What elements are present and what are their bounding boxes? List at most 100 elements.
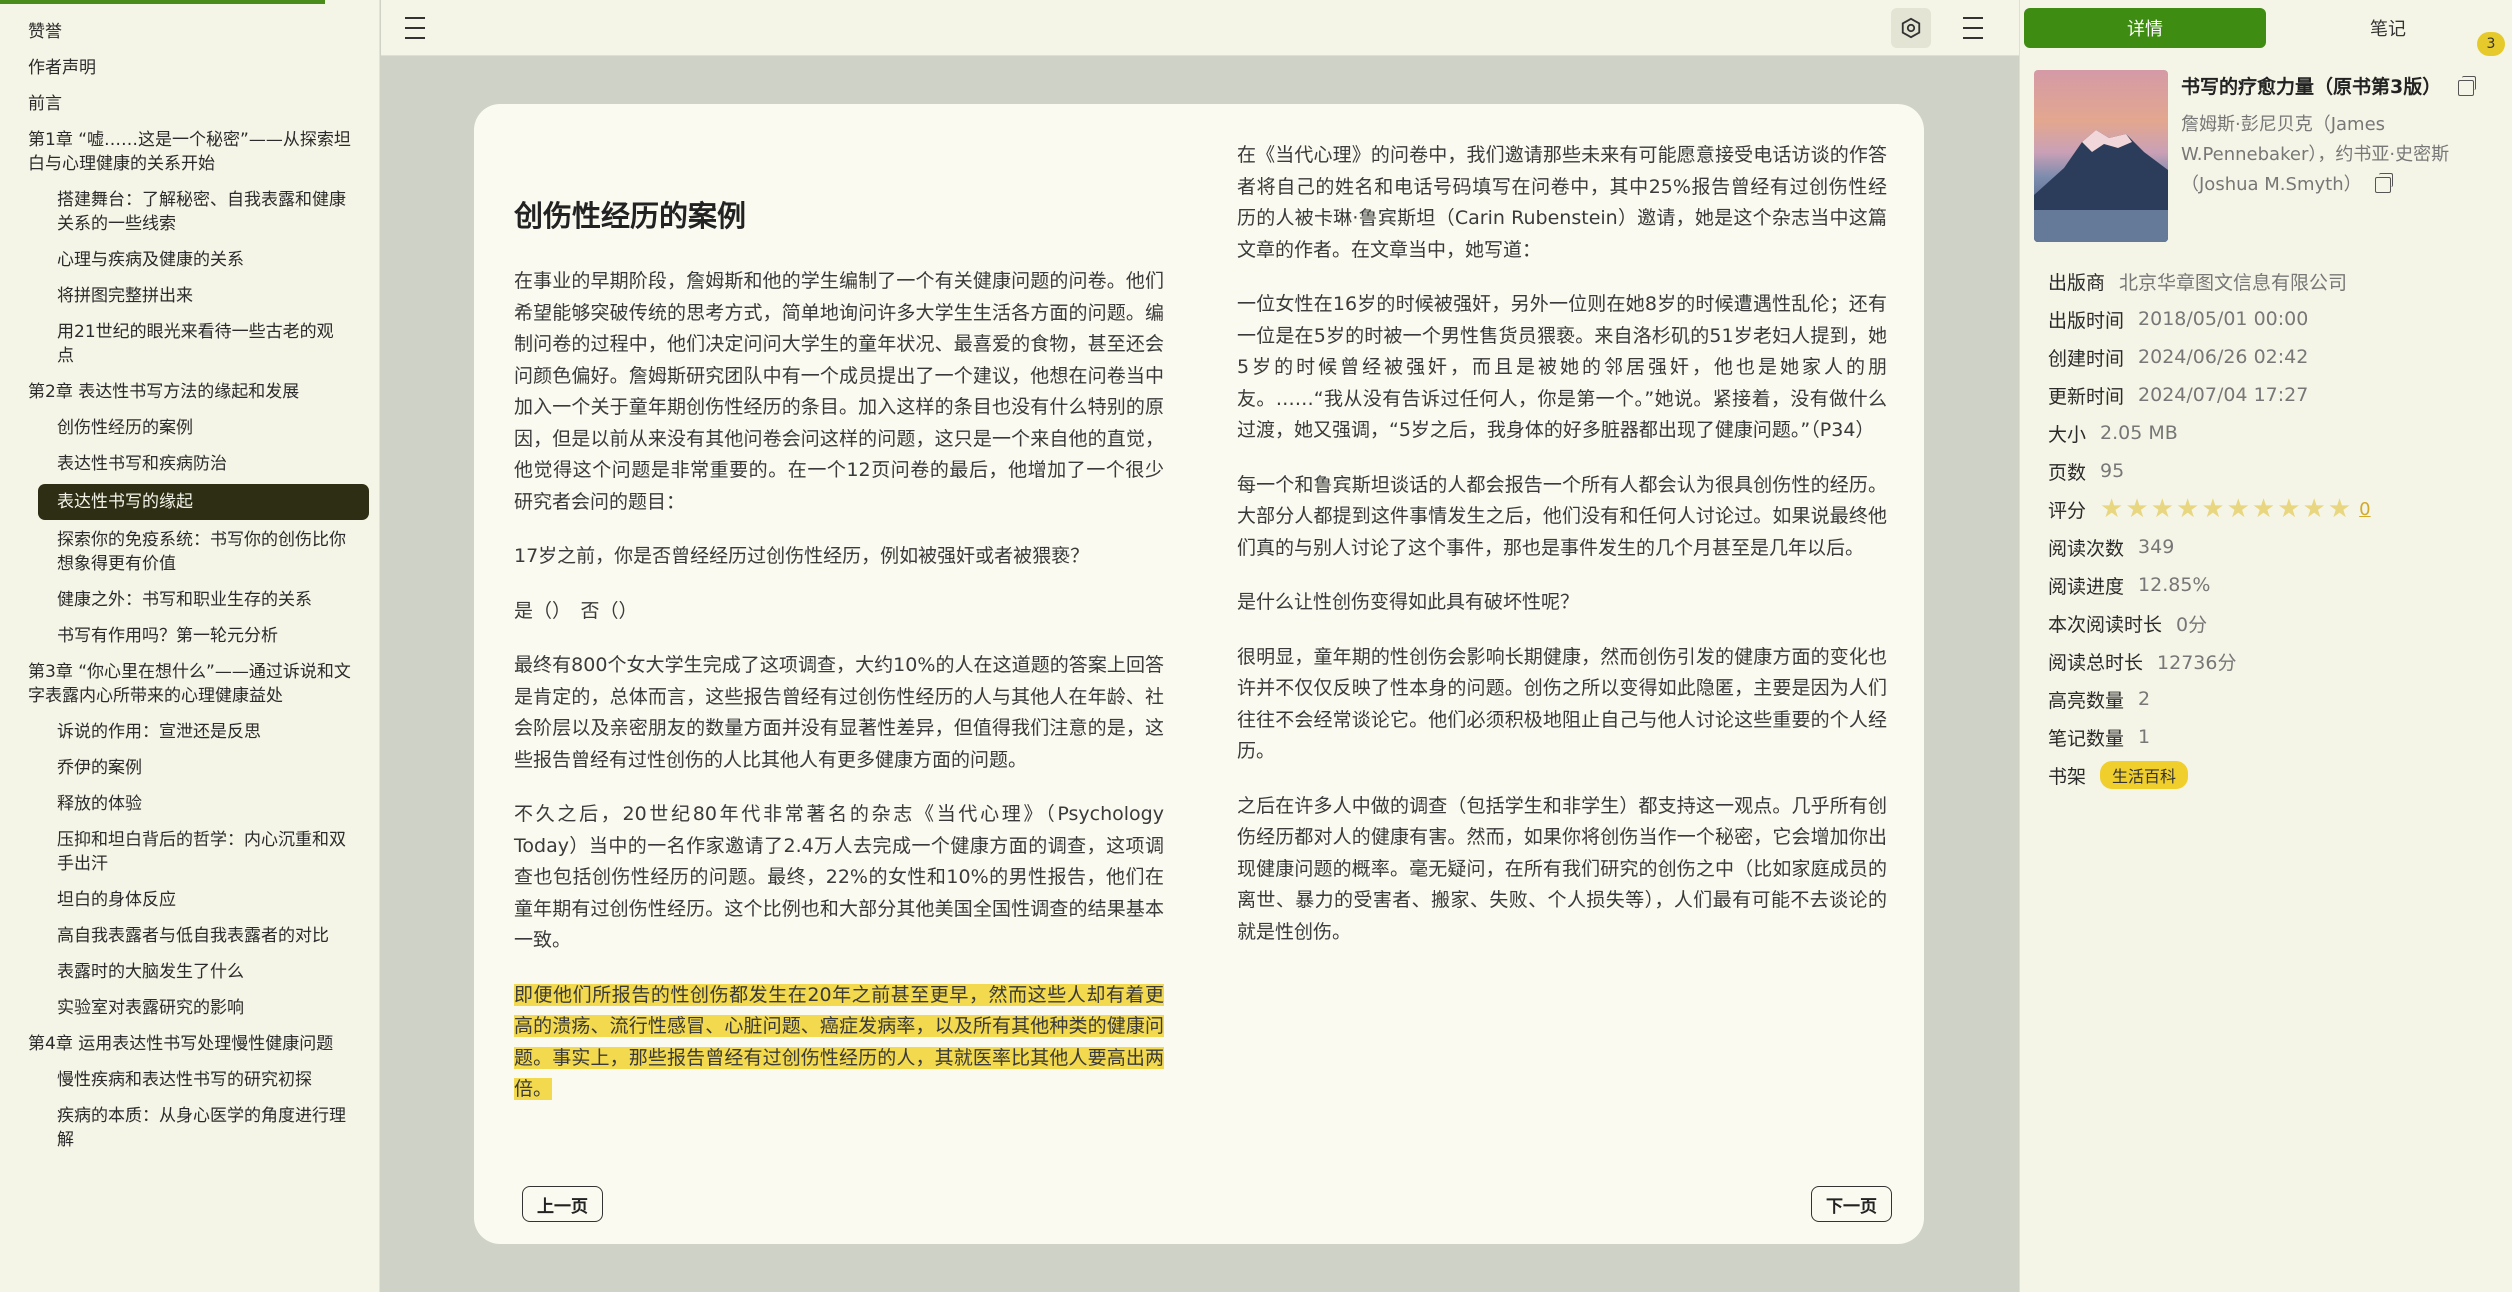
meta-row: 更新时间 2024/07/04 17:27 [2048,376,2498,414]
toggle-detail-button[interactable] [1953,8,1993,48]
meta-row: 笔记数量 1 [2048,718,2498,756]
meta-key: 出版时间 [2048,309,2125,332]
meta-row: 大小 2.05 MB [2048,414,2498,452]
toc-item[interactable]: 第4章 运用表达性书写处理慢性健康问题 [0,1026,379,1062]
body-paragraph[interactable]: 是什么让性创伤变得如此具有破坏性呢？ [1237,587,1887,619]
toc-item[interactable]: 健康之外：书写和职业生存的关系 [0,582,379,618]
toc-item[interactable]: 将拼图完整拼出来 [0,278,379,314]
toc-item[interactable]: 作者声明 [0,50,379,86]
reader-header [381,0,2019,56]
body-paragraph[interactable]: 不久之后，20世纪80年代非常著名的杂志《当代心理》（Psychology To… [514,799,1164,957]
book-author: 詹姆斯·彭尼贝克（James W.Pennebaker），约书亚·史密斯（Jos… [2181,114,2450,195]
star-icon[interactable]: ★ [2277,496,2300,522]
toc-item[interactable]: 压抑和坦白背后的哲学：内心沉重和双手出汗 [0,822,379,882]
meta-row: 出版商 北京华章图文信息有限公司 [2048,262,2498,300]
toc-item[interactable]: 用21世纪的眼光来看待一些古老的观点 [0,314,379,374]
toc-item[interactable]: 赞誉 [0,14,379,50]
toc-item[interactable]: 疾病的本质：从身心医学的角度进行理解 [0,1098,379,1158]
toc-item[interactable]: 乔伊的案例 [0,750,379,786]
body-paragraph[interactable]: 最终有800个女大学生完成了这项调查，大约10%的人在这道题的答案上回答是肯定的… [514,650,1164,776]
toggle-toc-button[interactable] [395,8,435,48]
toc-item[interactable]: 第3章 “你心里在想什么”——通过诉说和文字表露内心所带来的心理健康益处 [0,654,379,714]
meta-row: 阅读总时长 12736分 [2048,642,2498,680]
cover-mountain-image [2034,130,2168,242]
toc-item[interactable]: 表达性书写和疾病防治 [0,446,379,482]
meta-value: 北京华章图文信息有限公司 [2119,271,2348,294]
body-paragraph[interactable]: 之后在许多人中做的调查（包括学生和非学生）都支持这一观点。几乎所有创伤经历都对人… [1237,791,1887,949]
book-cover [2034,70,2168,242]
chapter-title: 创伤性经历的案例 [514,199,747,233]
hexagon-settings-icon [1901,17,1921,39]
tab-details[interactable]: 详情 [2024,8,2266,48]
star-icon[interactable]: ★ [2227,496,2250,522]
meta-row: 高亮数量 2 [2048,680,2498,718]
toc-item[interactable]: 坦白的身体反应 [0,882,379,918]
rating-row: 评分 ★ ★ ★ ★ ★ ★ ★ ★ ★ ★ 0 [2048,490,2498,528]
copy-icon[interactable] [2457,75,2476,96]
meta-value: 12736分 [2157,651,2237,674]
toc-item[interactable]: 搭建舞台：了解秘密、自我表露和健康关系的一些线索 [0,182,379,242]
star-icon[interactable]: ★ [2252,496,2275,522]
toc-item[interactable]: 探索你的免疫系统：书写你的创伤比你想象得更有价值 [0,522,379,582]
meta-value: 2018/05/01 00:00 [2138,308,2309,330]
body-paragraph[interactable]: 在《当代心理》的问卷中，我们邀请那些未来有可能愿意接受电话访谈的作答者将自己的姓… [1237,140,1887,266]
body-paragraph[interactable]: 每一个和鲁宾斯坦谈话的人都会报告一个所有人都会认为很具创伤性的经历。大部分人都提… [1237,470,1887,565]
toc-item[interactable]: 前言 [0,86,379,122]
star-icon[interactable]: ★ [2151,496,2174,522]
meta-row: 创建时间 2024/06/26 02:42 [2048,338,2498,376]
body-paragraph[interactable]: 是（） 否（） [514,596,1164,628]
reader-settings-button[interactable] [1891,8,1931,48]
body-paragraph[interactable]: 很明显，童年期的性创伤会影响长期健康，然而创伤引发的健康方面的变化也许并不仅仅反… [1237,642,1887,768]
tab-notes[interactable]: 笔记 [2267,8,2509,48]
shelf-label: 书架 [2048,765,2087,788]
next-page-button[interactable]: 下一页 [1811,1186,1892,1222]
hamburger-icon [1963,17,1983,19]
star-icon[interactable]: ★ [2201,496,2224,522]
meta-row: 本次阅读时长 0分 [2048,604,2498,642]
toc-item[interactable]: 创伤性经历的案例 [0,410,379,446]
meta-row: 出版时间 2018/05/01 00:00 [2048,300,2498,338]
meta-key: 高亮数量 [2048,689,2125,712]
meta-key: 阅读次数 [2048,537,2125,560]
star-icon[interactable]: ★ [2176,496,2199,522]
meta-value: 1 [2138,726,2151,748]
left-column: 创伤性经历的案例 在事业的早期阶段，詹姆斯和他的学生编制了一个有关健康问题的问卷… [514,140,1164,1129]
toc-item[interactable]: 第1章 “嘘……这是一个秘密”——从探索坦白与心理健康的关系开始 [0,122,379,182]
detail-tabs: 详情 笔记 3 [2024,8,2509,56]
toc-item-active[interactable]: 表达性书写的缘起 [38,484,369,520]
toc-item[interactable]: 释放的体验 [0,786,379,822]
shelf-row: 书架 生活百科 [2048,756,2498,794]
toc-item[interactable]: 慢性疾病和表达性书写的研究初探 [0,1062,379,1098]
body-paragraph[interactable]: 在事业的早期阶段，詹姆斯和他的学生编制了一个有关健康问题的问卷。他们希望能够突破… [514,266,1164,518]
rating-label: 评分 [2048,499,2087,522]
toc-item[interactable]: 表露时的大脑发生了什么 [0,954,379,990]
star-icon[interactable]: ★ [2125,496,2148,522]
toc-item[interactable]: 高自我表露者与低自我表露者的对比 [0,918,379,954]
copy-icon[interactable] [2375,173,2394,193]
star-icon[interactable]: ★ [2303,496,2326,522]
meta-key: 出版商 [2048,271,2106,294]
meta-value: 2 [2138,688,2151,710]
toc-item[interactable]: 第2章 表达性书写方法的缘起和发展 [0,374,379,410]
toc-item[interactable]: 实验室对表露研究的影响 [0,990,379,1026]
page-card: 创伤性经历的案例 在事业的早期阶段，詹姆斯和他的学生编制了一个有关健康问题的问卷… [474,104,1924,1244]
toc-item[interactable]: 心理与疾病及健康的关系 [0,242,379,278]
meta-key: 笔记数量 [2048,727,2125,750]
toc-item[interactable]: 书写有作用吗？第一轮元分析 [0,618,379,654]
star-icon[interactable]: ★ [2100,496,2123,522]
meta-row: 阅读进度 12.85% [2048,566,2498,604]
highlighted-paragraph[interactable]: 即便他们所报告的性创伤都发生在20年之前甚至更早，然而这些人却有着更高的溃疡、流… [514,980,1164,1106]
meta-value: 2024/06/26 02:42 [2138,346,2309,368]
star-icon[interactable]: ★ [2328,496,2351,522]
right-column: 在《当代心理》的问卷中，我们邀请那些未来有可能愿意接受电话访谈的作答者将自己的姓… [1237,140,1887,971]
meta-value: 95 [2100,460,2125,482]
body-paragraph[interactable]: 一位女性在16岁的时候被强奸，另外一位则在她8岁的时候遭遇性乱伦；还有一位是在5… [1237,289,1887,447]
meta-key: 本次阅读时长 [2048,613,2163,636]
rating-value[interactable]: 0 [2359,499,2370,520]
toc-item[interactable]: 诉说的作用：宣泄还是反思 [0,714,379,750]
body-paragraph[interactable]: 17岁之前，你是否曾经经历过创伤性经历，例如被强奸或者被猥亵？ [514,541,1164,573]
rating-stars[interactable]: ★ ★ ★ ★ ★ ★ ★ ★ ★ ★ 0 [2100,496,2371,522]
shelf-tag[interactable]: 生活百科 [2100,761,2189,789]
meta-key: 大小 [2048,423,2087,446]
prev-page-button[interactable]: 上一页 [522,1186,603,1222]
